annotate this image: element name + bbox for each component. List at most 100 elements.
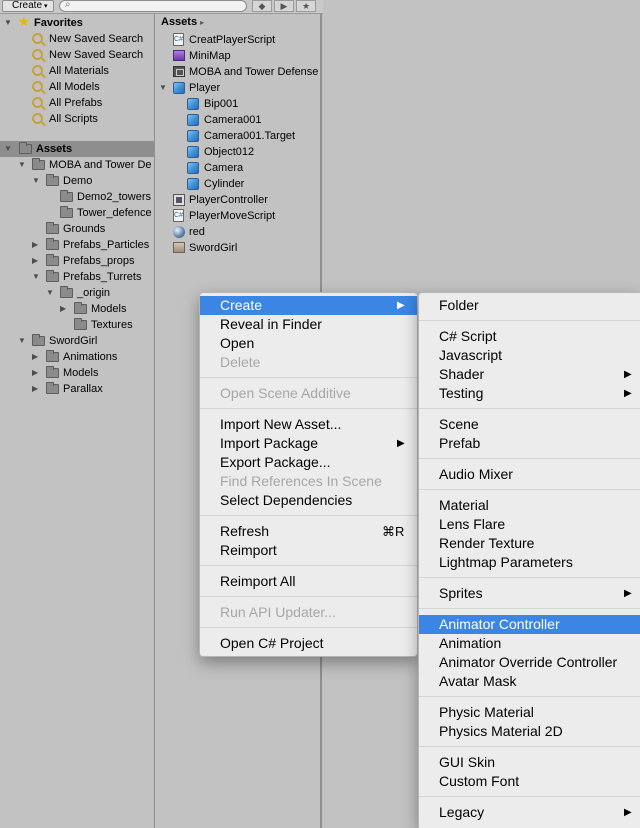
tag-filter-icon[interactable]: ◆ bbox=[252, 0, 272, 12]
create-dropdown-button[interactable]: Create ▾ bbox=[2, 0, 54, 12]
chevron-down-icon[interactable]: ▼ bbox=[46, 285, 54, 301]
asset-item[interactable]: red bbox=[155, 224, 320, 240]
tree-folder-item[interactable]: Textures bbox=[0, 317, 154, 333]
tree-folder-item[interactable]: ▶ Models bbox=[0, 301, 154, 317]
menu-item-export-package[interactable]: Export Package... bbox=[200, 453, 417, 472]
asset-item[interactable]: Bip001 bbox=[155, 96, 320, 112]
menu-item-scene[interactable]: Scene bbox=[419, 415, 640, 434]
chevron-down-icon[interactable]: ▼ bbox=[32, 173, 40, 189]
tree-folder-item[interactable]: ▶ Models bbox=[0, 365, 154, 381]
tree-folder-item[interactable]: ▼ MOBA and Tower De bbox=[0, 157, 154, 173]
menu-item-open-c-project[interactable]: Open C# Project bbox=[200, 634, 417, 653]
menu-item-reimport[interactable]: Reimport bbox=[200, 541, 417, 560]
menu-item-lightmap-parameters[interactable]: Lightmap Parameters bbox=[419, 553, 640, 572]
favorite-item[interactable]: All Prefabs bbox=[0, 95, 154, 111]
favorites-section[interactable]: ▼ ★ Favorites bbox=[0, 14, 154, 31]
menu-item-animator-override-controller[interactable]: Animator Override Controller bbox=[419, 653, 640, 672]
tree-folder-item[interactable]: ▼ Demo bbox=[0, 173, 154, 189]
menu-item-sprites[interactable]: Sprites ▶ bbox=[419, 584, 640, 603]
tree-folder-item[interactable]: ▶ Animations bbox=[0, 349, 154, 365]
chevron-down-icon[interactable]: ▼ bbox=[4, 15, 12, 31]
asset-item[interactable]: SwordGirl bbox=[155, 240, 320, 256]
menu-item-physic-material[interactable]: Physic Material bbox=[419, 703, 640, 722]
menu-item-select-dependencies[interactable]: Select Dependencies bbox=[200, 491, 417, 510]
asset-item[interactable]: Camera001.Target bbox=[155, 128, 320, 144]
tree-folder-item[interactable]: ▼ _origin bbox=[0, 285, 154, 301]
menu-item-import-package[interactable]: Import Package ▶ bbox=[200, 434, 417, 453]
favorite-item[interactable]: All Materials bbox=[0, 63, 154, 79]
tree-folder-item[interactable]: Tower_defence bbox=[0, 205, 154, 221]
asset-breadcrumb[interactable]: Assets ▸ bbox=[155, 14, 320, 30]
chevron-right-icon[interactable]: ▶ bbox=[32, 349, 38, 365]
chevron-down-icon[interactable]: ▼ bbox=[159, 80, 167, 96]
menu-item-custom-font[interactable]: Custom Font bbox=[419, 772, 640, 791]
chevron-right-icon[interactable]: ▶ bbox=[32, 365, 38, 381]
favorite-item[interactable]: All Scripts bbox=[0, 111, 154, 127]
menu-item-avatar-mask[interactable]: Avatar Mask bbox=[419, 672, 640, 691]
sprite-image-icon bbox=[173, 242, 185, 253]
chevron-down-icon[interactable]: ▼ bbox=[32, 269, 40, 285]
tree-folder-item[interactable]: ▼ SwordGirl bbox=[0, 333, 154, 349]
menu-item-physics-material-2d[interactable]: Physics Material 2D bbox=[419, 722, 640, 741]
menu-item-refresh[interactable]: Refresh ⌘R bbox=[200, 522, 417, 541]
chevron-right-icon[interactable]: ▶ bbox=[60, 301, 66, 317]
menu-item-label: Import Package bbox=[220, 435, 319, 451]
asset-item[interactable]: Object012 bbox=[155, 144, 320, 160]
menu-item-audio-mixer[interactable]: Audio Mixer bbox=[419, 465, 640, 484]
asset-item[interactable]: C# CreatPlayerScript bbox=[155, 32, 320, 48]
menu-item-create[interactable]: Create ▶ bbox=[200, 296, 417, 315]
menu-item-testing[interactable]: Testing ▶ bbox=[419, 384, 640, 403]
asset-item[interactable]: Cylinder bbox=[155, 176, 320, 192]
menu-item-reveal-in-finder[interactable]: Reveal in Finder bbox=[200, 315, 417, 334]
favorite-item[interactable]: All Models bbox=[0, 79, 154, 95]
menu-item-legacy[interactable]: Legacy ▶ bbox=[419, 803, 640, 822]
menu-separator bbox=[419, 746, 640, 747]
tree-folder-item[interactable]: ▼ Prefabs_Turrets bbox=[0, 269, 154, 285]
menu-separator bbox=[200, 565, 417, 566]
star-filter-icon[interactable]: ★ bbox=[296, 0, 316, 12]
asset-item[interactable]: Camera bbox=[155, 160, 320, 176]
chevron-right-icon: ▶ bbox=[624, 369, 632, 380]
tree-folder-item[interactable]: ▶ Prefabs_Particles bbox=[0, 237, 154, 253]
tree-folder-item[interactable]: Demo2_towers bbox=[0, 189, 154, 205]
menu-item-prefab[interactable]: Prefab bbox=[419, 434, 640, 453]
chevron-right-icon[interactable]: ▶ bbox=[32, 381, 38, 397]
menu-item-lens-flare[interactable]: Lens Flare bbox=[419, 515, 640, 534]
folder-icon bbox=[46, 270, 59, 282]
menu-item-reimport-all[interactable]: Reimport All bbox=[200, 572, 417, 591]
menu-item-animation[interactable]: Animation bbox=[419, 634, 640, 653]
menu-item-import-new-asset[interactable]: Import New Asset... bbox=[200, 415, 417, 434]
search-input[interactable]: ⌕ bbox=[59, 0, 247, 12]
menu-item-javascript[interactable]: Javascript bbox=[419, 346, 640, 365]
menu-item-animator-controller[interactable]: Animator Controller bbox=[419, 615, 640, 634]
asset-item[interactable]: Camera001 bbox=[155, 112, 320, 128]
menu-item-material[interactable]: Material bbox=[419, 496, 640, 515]
asset-item[interactable]: MiniMap bbox=[155, 48, 320, 64]
assets-root-item[interactable]: ▼ Assets bbox=[0, 141, 154, 157]
chevron-right-icon: ▸ bbox=[200, 18, 205, 27]
asset-item[interactable]: ▼ Player bbox=[155, 80, 320, 96]
chevron-down-icon[interactable]: ▼ bbox=[18, 333, 26, 349]
favorite-item[interactable]: New Saved Search bbox=[0, 31, 154, 47]
chevron-down-icon[interactable]: ▼ bbox=[18, 157, 26, 173]
menu-item-label: Render Texture bbox=[439, 535, 535, 551]
saved-search-icon bbox=[32, 97, 43, 108]
menu-item-c-script[interactable]: C# Script bbox=[419, 327, 640, 346]
menu-item-shader[interactable]: Shader ▶ bbox=[419, 365, 640, 384]
chevron-right-icon[interactable]: ▶ bbox=[32, 237, 38, 253]
favorite-item[interactable]: New Saved Search bbox=[0, 47, 154, 63]
menu-item-folder[interactable]: Folder bbox=[419, 296, 640, 315]
asset-item[interactable]: PlayerController bbox=[155, 192, 320, 208]
chevron-right-icon[interactable]: ▶ bbox=[32, 253, 38, 269]
tree-folder-item[interactable]: Grounds bbox=[0, 221, 154, 237]
asset-item[interactable]: C# PlayerMoveScript bbox=[155, 208, 320, 224]
asset-item[interactable]: MOBA and Tower Defense bbox=[155, 64, 320, 80]
menu-item-open[interactable]: Open bbox=[200, 334, 417, 353]
menu-item-gui-skin[interactable]: GUI Skin bbox=[419, 753, 640, 772]
chevron-down-icon[interactable]: ▼ bbox=[4, 141, 12, 157]
label-icon[interactable]: ▶ bbox=[274, 0, 294, 12]
tree-folder-item[interactable]: ▶ Prefabs_props bbox=[0, 253, 154, 269]
star-icon: ★ bbox=[18, 14, 30, 29]
tree-folder-item[interactable]: ▶ Parallax bbox=[0, 381, 154, 397]
menu-item-render-texture[interactable]: Render Texture bbox=[419, 534, 640, 553]
